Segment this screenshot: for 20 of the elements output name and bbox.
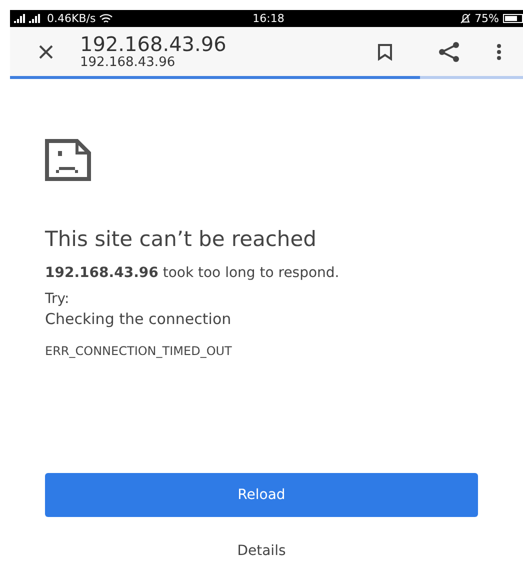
error-code: ERR_CONNECTION_TIMED_OUT <box>45 344 233 358</box>
details-button[interactable]: Details <box>237 543 286 559</box>
close-icon <box>37 42 55 60</box>
reload-button[interactable]: Reload <box>45 473 478 517</box>
error-title: This site can’t be reached <box>45 227 318 251</box>
page-title: 192.168.43.96 <box>80 33 228 55</box>
network-speed: 0.46KB/s <box>47 12 96 25</box>
more-vertical-icon <box>496 42 502 60</box>
try-label: Try: <box>45 291 70 307</box>
battery-percent: 75% <box>474 12 500 25</box>
error-message: 192.168.43.96 took too long to respond. <box>45 265 340 281</box>
share-button[interactable] <box>437 40 461 64</box>
wifi-icon <box>98 14 113 24</box>
page-url: 192.168.43.96 <box>80 55 176 70</box>
battery-icon <box>503 14 523 23</box>
clock: 16:18 <box>252 12 284 25</box>
bookmark-icon <box>377 42 393 60</box>
suggestion-text: Checking the connection <box>45 310 232 328</box>
bell-off-icon <box>460 13 471 24</box>
share-icon <box>438 42 460 62</box>
